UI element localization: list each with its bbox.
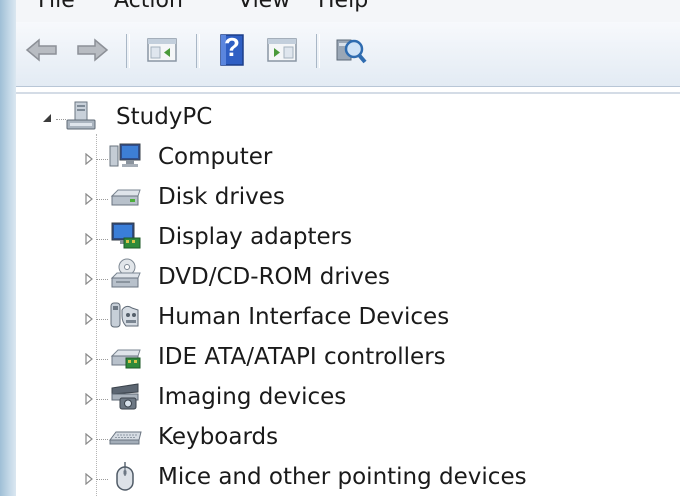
expanded-triangle-icon: [43, 114, 51, 122]
tree-item-label[interactable]: Imaging devices: [158, 382, 346, 412]
collapsed-triangle-icon: [85, 433, 93, 445]
expand-toggle[interactable]: [82, 192, 96, 206]
tree-root-label[interactable]: StudyPC: [116, 102, 212, 132]
disk-drive-icon: [110, 189, 141, 206]
expand-toggle[interactable]: [82, 152, 96, 166]
tree-item-label[interactable]: Mice and other pointing devices: [158, 462, 527, 492]
help-button[interactable]: ?: [212, 30, 252, 70]
tree-connector: [96, 239, 108, 240]
display-adapter-icon: [111, 222, 141, 249]
collapse-toggle[interactable]: [40, 111, 54, 125]
expand-toggle[interactable]: [82, 352, 96, 366]
action-pane-icon: [267, 38, 297, 62]
tree-connector: [96, 199, 108, 200]
scan-hardware-button[interactable]: [330, 30, 370, 70]
tree-item-label[interactable]: Disk drives: [158, 182, 285, 212]
menu-bar: File Action View Help: [16, 0, 680, 22]
expand-toggle[interactable]: [82, 232, 96, 246]
tree-item-label[interactable]: Display adapters: [158, 222, 352, 252]
tree-item-label[interactable]: Computer: [158, 142, 272, 172]
collapsed-triangle-icon: [85, 473, 93, 485]
collapsed-triangle-icon: [85, 313, 93, 325]
ide-controller-icon: [110, 349, 141, 369]
device-tree: StudyPC Computer Disk drives Display ada…: [16, 92, 680, 496]
tree-item-label[interactable]: IDE ATA/ATAPI controllers: [158, 342, 446, 372]
tree-connector: [96, 399, 108, 400]
tree-item-label[interactable]: DVD/CD-ROM drives: [158, 262, 390, 292]
back-button[interactable]: [22, 30, 62, 70]
forward-arrow-icon: [77, 38, 109, 62]
toolbar-separator: [196, 34, 200, 68]
expand-toggle[interactable]: [82, 392, 96, 406]
collapsed-triangle-icon: [85, 273, 93, 285]
tree-item-label[interactable]: Human Interface Devices: [158, 302, 449, 332]
collapsed-triangle-icon: [85, 193, 93, 205]
collapsed-triangle-icon: [85, 153, 93, 165]
expand-toggle[interactable]: [82, 432, 96, 446]
collapsed-triangle-icon: [85, 353, 93, 365]
expand-toggle[interactable]: [82, 472, 96, 486]
menu-action[interactable]: Action: [114, 0, 183, 13]
forward-button[interactable]: [72, 30, 112, 70]
tree-connector: [96, 439, 108, 440]
help-glyph: ?: [224, 32, 240, 62]
back-arrow-icon: [25, 38, 57, 62]
mouse-icon: [116, 462, 134, 491]
menu-file[interactable]: File: [38, 0, 75, 13]
computer-tower-icon: [66, 101, 96, 130]
show-hide-action-pane-button[interactable]: [262, 30, 302, 70]
toolbar-separator: [126, 34, 130, 68]
tree-connector: [96, 359, 108, 360]
toolbar-separator: [316, 34, 320, 68]
hid-icon: [110, 302, 139, 328]
menu-help[interactable]: Help: [318, 0, 368, 13]
toolbar: ?: [16, 22, 680, 87]
console-tree-icon: [147, 38, 177, 62]
scan-hardware-icon: [336, 39, 367, 64]
menu-view[interactable]: View: [238, 0, 290, 13]
device-manager-window: File Action View Help ? StudyPC Computer…: [0, 0, 680, 496]
tree-connector: [96, 159, 108, 160]
dvd-drive-icon: [110, 258, 141, 288]
keyboard-icon: [109, 431, 142, 445]
imaging-device-icon: [111, 383, 139, 410]
window-frame-left: [0, 0, 16, 496]
expand-toggle[interactable]: [82, 312, 96, 326]
tree-connector: [96, 279, 108, 280]
tree-connector: [96, 479, 108, 480]
tree-vertical-connector: [96, 134, 97, 496]
tree-item-label[interactable]: Keyboards: [158, 422, 278, 452]
computer-icon: [109, 143, 141, 167]
collapsed-triangle-icon: [85, 393, 93, 405]
tree-connector: [96, 319, 108, 320]
show-hide-console-tree-button[interactable]: [142, 30, 182, 70]
expand-toggle[interactable]: [82, 272, 96, 286]
collapsed-triangle-icon: [85, 233, 93, 245]
